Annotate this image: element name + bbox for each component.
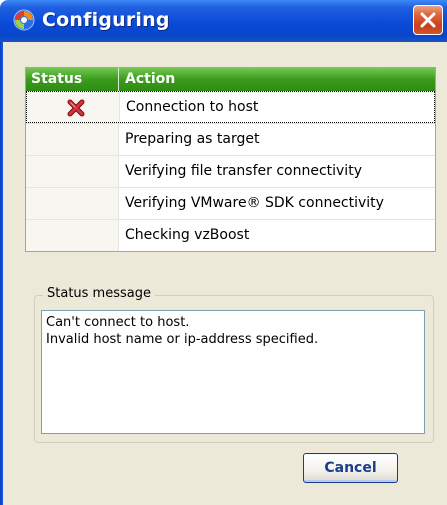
error-x-icon (67, 99, 85, 117)
task-table: Status Action Connection to host Prepari… (25, 67, 436, 252)
window-title: Configuring (42, 9, 170, 31)
close-icon (420, 12, 436, 28)
action-cell: Checking vzBoost (125, 227, 250, 243)
action-cell: Connection to host (126, 99, 259, 115)
action-cell: Verifying VMware® SDK connectivity (125, 195, 384, 211)
table-row[interactable]: Verifying VMware® SDK connectivity (26, 187, 435, 219)
status-cell (26, 124, 119, 155)
status-cell (26, 188, 119, 219)
table-row[interactable]: Checking vzBoost (26, 219, 435, 251)
status-message-textbox[interactable]: Can't connect to host. Invalid host name… (41, 310, 425, 434)
table-row[interactable]: Connection to host (26, 91, 435, 123)
status-message-line: Invalid host name or ip-address specifie… (46, 332, 319, 347)
status-cell (26, 156, 119, 187)
status-message-legend: Status message (43, 286, 155, 301)
configuring-dialog: Configuring Status Action Connection to … (0, 0, 447, 505)
column-header-status[interactable]: Status (26, 68, 119, 91)
table-header: Status Action (26, 68, 435, 91)
parallels-logo-icon (12, 8, 36, 32)
cancel-button[interactable]: Cancel (303, 453, 398, 483)
status-cell (26, 220, 119, 251)
status-message-line: Can't connect to host. (46, 315, 190, 330)
table-row[interactable]: Preparing as target (26, 123, 435, 155)
close-button[interactable] (413, 5, 443, 35)
status-message-group: Status message Can't connect to host. In… (34, 286, 434, 443)
title-bar[interactable]: Configuring (0, 0, 447, 42)
column-header-action[interactable]: Action (119, 68, 435, 91)
action-cell: Verifying file transfer connectivity (125, 163, 362, 179)
action-cell: Preparing as target (125, 131, 260, 147)
table-row[interactable]: Verifying file transfer connectivity (26, 155, 435, 187)
status-cell (27, 92, 120, 122)
dialog-client-area: Status Action Connection to host Prepari… (3, 42, 447, 505)
